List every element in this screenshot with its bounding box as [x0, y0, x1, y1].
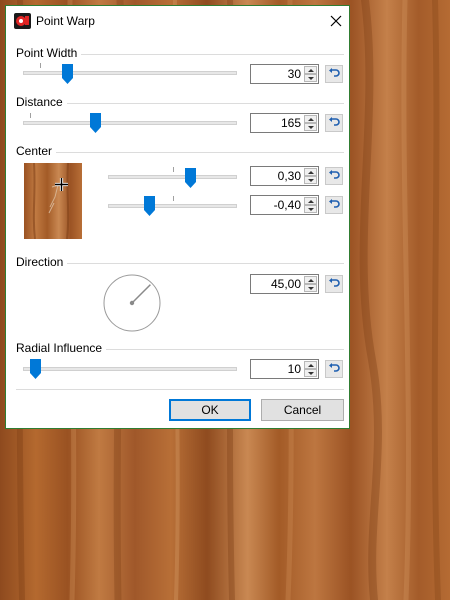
- direction-angle-dial[interactable]: [102, 273, 162, 333]
- point-width-reset-button[interactable]: [325, 65, 343, 83]
- crosshair-icon: [54, 177, 69, 195]
- distance-spinbox[interactable]: 165: [250, 113, 319, 133]
- spin-up-icon[interactable]: [304, 361, 317, 369]
- slider-tick: [30, 113, 31, 118]
- reset-icon: [326, 199, 342, 211]
- radial-influence-label: Radial Influence: [16, 341, 107, 355]
- spin-up-icon[interactable]: [304, 115, 317, 123]
- point-width-slider-track[interactable]: [23, 71, 237, 75]
- reset-icon: [326, 68, 342, 80]
- distance-value[interactable]: 165: [281, 116, 301, 130]
- spin-up-icon[interactable]: [304, 276, 317, 284]
- spin-up-icon[interactable]: [304, 66, 317, 74]
- point-width-value[interactable]: 30: [288, 67, 301, 81]
- center-x-slider-track[interactable]: [108, 175, 237, 179]
- divider: [16, 152, 344, 153]
- spin-down-icon[interactable]: [304, 176, 317, 184]
- center-label: Center: [16, 144, 57, 158]
- point-width-spinbox[interactable]: 30: [250, 64, 319, 84]
- radial-influence-slider-thumb[interactable]: [30, 359, 41, 379]
- slider-tick: [173, 196, 174, 201]
- reset-icon: [326, 170, 342, 182]
- reset-icon: [326, 363, 342, 375]
- radial-influence-reset-button[interactable]: [325, 360, 343, 378]
- center-y-slider-thumb[interactable]: [144, 196, 155, 216]
- radial-influence-slider-track[interactable]: [23, 367, 237, 371]
- direction-label: Direction: [16, 255, 68, 269]
- distance-reset-button[interactable]: [325, 114, 343, 132]
- spin-down-icon[interactable]: [304, 284, 317, 292]
- center-x-value[interactable]: 0,30: [278, 169, 301, 183]
- center-y-slider-track[interactable]: [108, 204, 237, 208]
- distance-slider-track[interactable]: [23, 121, 237, 125]
- center-x-slider-thumb[interactable]: [185, 168, 196, 188]
- point-warp-dialog: Point Warp Point Width 30 Distance 165 C…: [5, 5, 350, 429]
- slider-tick: [173, 167, 174, 172]
- spin-down-icon[interactable]: [304, 123, 317, 131]
- point-width-slider-thumb[interactable]: [62, 64, 73, 84]
- direction-dial-hub: [129, 300, 135, 306]
- reset-icon: [326, 117, 342, 129]
- close-icon[interactable]: [329, 14, 343, 28]
- spin-up-icon[interactable]: [304, 168, 317, 176]
- distance-slider-thumb[interactable]: [90, 113, 101, 133]
- paint-app-icon: [14, 13, 31, 29]
- center-y-spinbox[interactable]: -0,40: [250, 195, 319, 215]
- distance-label: Distance: [16, 95, 67, 109]
- cancel-button[interactable]: Cancel: [261, 399, 344, 421]
- title-bar[interactable]: Point Warp: [6, 6, 349, 36]
- direction-value[interactable]: 45,00: [271, 277, 301, 291]
- dialog-title: Point Warp: [36, 14, 95, 28]
- radial-influence-spinbox[interactable]: 10: [250, 359, 319, 379]
- spin-down-icon[interactable]: [304, 369, 317, 377]
- center-x-reset-button[interactable]: [325, 167, 343, 185]
- center-preview-thumbnail[interactable]: [24, 163, 82, 239]
- center-y-reset-button[interactable]: [325, 196, 343, 214]
- reset-icon: [326, 278, 342, 290]
- center-x-spinbox[interactable]: 0,30: [250, 166, 319, 186]
- direction-spinbox[interactable]: 45,00: [250, 274, 319, 294]
- spin-down-icon[interactable]: [304, 74, 317, 82]
- radial-influence-value[interactable]: 10: [288, 362, 301, 376]
- spin-down-icon[interactable]: [304, 205, 317, 213]
- ok-button[interactable]: OK: [169, 399, 251, 421]
- spin-up-icon[interactable]: [304, 197, 317, 205]
- point-width-label: Point Width: [16, 46, 82, 60]
- direction-reset-button[interactable]: [325, 275, 343, 293]
- divider: [16, 389, 344, 390]
- slider-tick: [40, 63, 41, 68]
- center-y-value[interactable]: -0,40: [274, 198, 301, 212]
